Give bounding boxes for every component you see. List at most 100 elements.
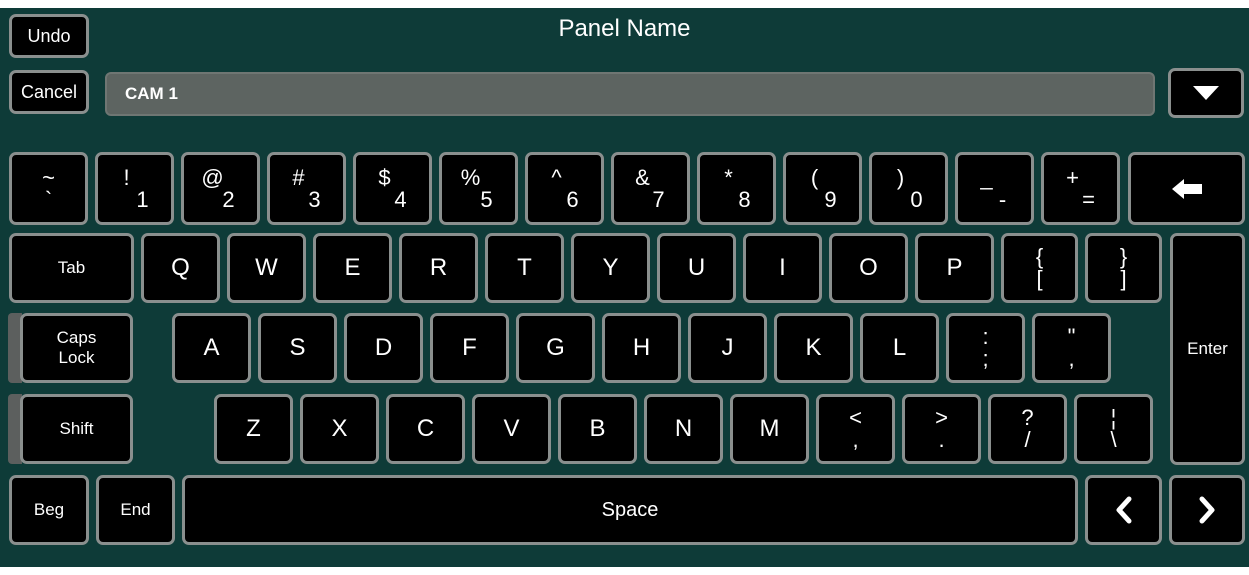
key-upper-char: : (982, 324, 989, 349)
key-row1-6[interactable]: ^ 6 (525, 152, 604, 225)
key-t[interactable]: T (485, 233, 564, 303)
key-char: Z (246, 415, 261, 442)
backspace-key[interactable] (1128, 152, 1245, 225)
key-char: C (416, 415, 435, 442)
key-lower-char: , (852, 427, 859, 452)
key-row1-11[interactable]: _ - (955, 152, 1034, 225)
key-char: P (946, 254, 963, 281)
key-y[interactable]: Y (571, 233, 650, 303)
cursor-left-button[interactable] (1085, 475, 1162, 545)
key-char: A (203, 334, 220, 361)
key-symbol-row4-3[interactable]: ¦ \ (1074, 394, 1153, 464)
key-a[interactable]: A (172, 313, 251, 383)
key-char: Q (171, 254, 190, 281)
key-u[interactable]: U (657, 233, 736, 303)
key-bracket-0[interactable]: {[ (1001, 233, 1078, 303)
panel-name-input[interactable]: CAM 1 (105, 72, 1155, 116)
key-row1-12[interactable]: + = (1041, 152, 1120, 225)
key-row1-8[interactable]: * 8 (697, 152, 776, 225)
key-upper-char: _ (980, 164, 993, 190)
key-char: S (289, 334, 306, 361)
key-v[interactable]: V (472, 394, 551, 464)
key-upper-char: * (724, 164, 733, 190)
space-key[interactable]: Space (182, 475, 1078, 545)
caps-label-line2: Lock (58, 348, 95, 367)
key-p[interactable]: P (915, 233, 994, 303)
key-lower-char: 9 (824, 186, 837, 212)
triangle-down-icon (1191, 84, 1221, 102)
key-upper-char: < (849, 405, 862, 430)
key-upper-char: $ (378, 164, 391, 190)
key-h[interactable]: H (602, 313, 681, 383)
key-lower-char: [ (1036, 266, 1043, 291)
key-w[interactable]: W (227, 233, 306, 303)
key-char: X (331, 415, 348, 442)
key-x[interactable]: X (300, 394, 379, 464)
key-k[interactable]: K (774, 313, 853, 383)
key-row1-2[interactable]: @2 (181, 152, 260, 225)
key-q[interactable]: Q (141, 233, 220, 303)
tab-key[interactable]: Tab (9, 233, 134, 303)
key-s[interactable]: S (258, 313, 337, 383)
key-z[interactable]: Z (214, 394, 293, 464)
chevron-left-icon (1114, 496, 1134, 524)
caps-lock-key[interactable]: Caps Lock (20, 313, 133, 383)
key-symbol-row4-0[interactable]: <, (816, 394, 895, 464)
key-o[interactable]: O (829, 233, 908, 303)
key-i[interactable]: I (743, 233, 822, 303)
page-title: Panel Name (558, 15, 691, 42)
enter-key[interactable]: Enter (1170, 233, 1245, 465)
key-row1-4[interactable]: $4 (353, 152, 432, 225)
key-lower-char: / (1024, 427, 1031, 452)
key-upper-char: ~ (42, 164, 55, 190)
key-m[interactable]: M (730, 394, 809, 464)
beg-key[interactable]: Beg (9, 475, 89, 545)
key-bracket-1[interactable]: }] (1085, 233, 1162, 303)
dropdown-button[interactable] (1168, 68, 1244, 118)
key-symbol-row4-2[interactable]: ? / (988, 394, 1067, 464)
key-g[interactable]: G (516, 313, 595, 383)
key-char: R (429, 254, 448, 281)
key-lower-char: = (1082, 186, 1095, 212)
key-c[interactable]: C (386, 394, 465, 464)
key-n[interactable]: N (644, 394, 723, 464)
key-upper-char: > (935, 405, 948, 430)
key-row1-10[interactable]: ) 0 (869, 152, 948, 225)
key-lower-char: 3 (308, 186, 321, 212)
key-e[interactable]: E (313, 233, 392, 303)
key-j[interactable]: J (688, 313, 767, 383)
key-row1-9[interactable]: (9 (783, 152, 862, 225)
key-upper-char: ) (896, 164, 905, 190)
key-row1-0[interactable]: ~ ` (9, 152, 88, 225)
key-symbol-1[interactable]: ", (1032, 313, 1111, 383)
key-upper-char: { (1035, 244, 1044, 269)
cancel-button[interactable]: Cancel (9, 70, 89, 114)
key-row1-3[interactable]: #3 (267, 152, 346, 225)
key-char: N (674, 415, 693, 442)
key-upper-char: ? (1021, 405, 1034, 430)
key-b[interactable]: B (558, 394, 637, 464)
key-char: K (805, 334, 822, 361)
key-row1-7[interactable]: & 7 (611, 152, 690, 225)
key-f[interactable]: F (430, 313, 509, 383)
key-lower-char: 7 (652, 186, 665, 212)
key-row1-1[interactable]: ! 1 (95, 152, 174, 225)
key-symbol-0[interactable]: :; (946, 313, 1025, 383)
top-border (0, 0, 1249, 8)
cursor-right-button[interactable] (1169, 475, 1245, 545)
key-lower-char: ; (982, 346, 989, 371)
key-r[interactable]: R (399, 233, 478, 303)
key-upper-char: # (292, 164, 305, 190)
key-char: J (721, 334, 734, 361)
shift-key[interactable]: Shift (20, 394, 133, 464)
key-symbol-row4-1[interactable]: >. (902, 394, 981, 464)
key-lower-char: 2 (222, 186, 235, 212)
end-key[interactable]: End (96, 475, 175, 545)
key-row1-5[interactable]: % 5 (439, 152, 518, 225)
key-upper-char: } (1119, 244, 1128, 269)
key-char: G (546, 334, 565, 361)
key-char: M (759, 415, 780, 442)
key-l[interactable]: L (860, 313, 939, 383)
key-d[interactable]: D (344, 313, 423, 383)
caps-label-line1: Caps (56, 328, 97, 347)
